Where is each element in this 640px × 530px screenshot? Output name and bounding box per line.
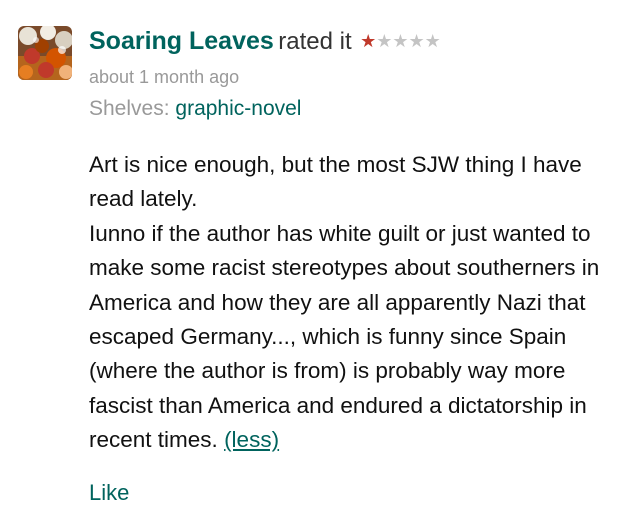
review-body: Art is nice enough, but the most SJW thi…: [89, 148, 629, 458]
shelves-row: Shelves: graphic-novel: [89, 97, 301, 121]
review-paragraph-2-text: Iunno if the author has white guilt or j…: [89, 220, 600, 453]
reviewer-name-link[interactable]: Soaring Leaves: [89, 27, 274, 55]
star-empty-icon: ★: [376, 31, 393, 51]
star-filled-icon: ★: [360, 31, 377, 51]
shelf-link-graphic-novel[interactable]: graphic-novel: [175, 97, 301, 120]
star-empty-icon: ★: [424, 31, 441, 51]
reviewer-avatar[interactable]: [18, 26, 72, 80]
shelves-label: Shelves:: [89, 97, 170, 120]
rated-it-label: rated it: [278, 28, 352, 55]
less-link[interactable]: (less): [224, 427, 279, 452]
star-empty-icon: ★: [392, 31, 409, 51]
review-header: Soaring Leaves rated it ★★★★★: [89, 27, 441, 56]
review-date[interactable]: about 1 month ago: [89, 67, 239, 88]
review-paragraph-1: Art is nice enough, but the most SJW thi…: [89, 152, 582, 212]
autumn-leaves-icon: [18, 26, 72, 80]
review-card: Soaring Leaves rated it ★★★★★ about 1 mo…: [0, 0, 640, 530]
review-paragraph-2: Iunno if the author has white guilt or j…: [89, 217, 629, 458]
star-empty-icon: ★: [408, 31, 425, 51]
like-button[interactable]: Like: [89, 480, 129, 506]
star-rating: ★★★★★: [360, 31, 441, 52]
